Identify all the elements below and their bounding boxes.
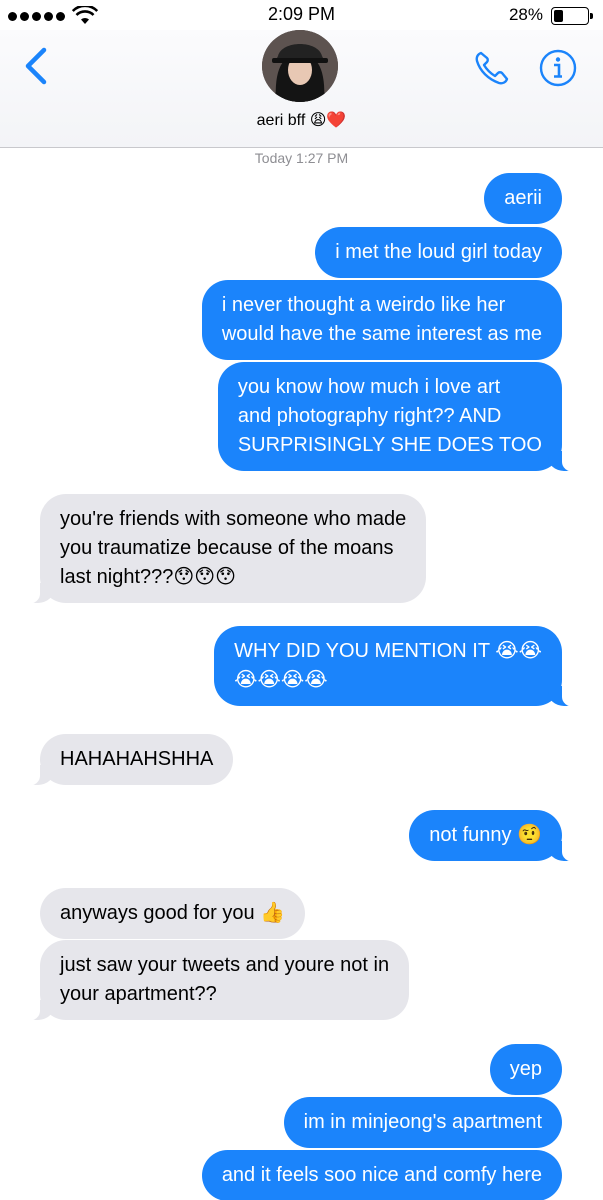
message-text: HAHAHAHSHHA: [60, 748, 214, 770]
message-text: im in minjeong's apartment: [303, 1111, 542, 1133]
battery-icon: [551, 7, 593, 25]
conversation-header: aeri bff 😩❤️: [0, 30, 603, 148]
status-bar: 2:09 PM 28%: [0, 0, 603, 30]
message-bubble-sent[interactable]: aerii: [484, 173, 562, 224]
avatar-photo: [262, 30, 338, 102]
message-bubble-received[interactable]: you're friends with someone who made you…: [21, 494, 427, 604]
message-bubble-sent[interactable]: yep: [489, 1044, 562, 1095]
message-bubble-sent[interactable]: i met the loud girl today: [315, 227, 562, 278]
contact-name[interactable]: aeri bff 😩❤️: [0, 110, 603, 130]
message-text-line: you're friends with someone who made: [60, 508, 407, 530]
message-text-line: and photography right?? AND: [237, 405, 502, 427]
message-text-line: SURPRISINGLY SHE DOES TOO: [237, 434, 542, 456]
message-text-line: WHY DID YOU MENTION IT 😭😭: [234, 640, 542, 662]
message-text: and it feels soo nice and comfy here: [221, 1164, 542, 1186]
message-text-line: your apartment??: [60, 983, 217, 1005]
message-text-line: last night???😯😯😯: [60, 566, 236, 588]
chevron-left-icon[interactable]: [20, 46, 52, 86]
message-bubble-received[interactable]: anyways good for you 👍: [40, 888, 306, 939]
message-text-line: would have the same interest as me: [221, 323, 542, 345]
message-bubble-sent[interactable]: you know how much i love art and photogr…: [217, 362, 581, 472]
phone-icon[interactable]: [472, 48, 512, 88]
message-text-line: 😭😭😭😭: [234, 669, 328, 691]
message-bubble-sent[interactable]: and it feels soo nice and comfy here: [201, 1150, 562, 1200]
conversation-timestamp: Today 1:27 PM: [254, 150, 349, 166]
message-bubble-sent[interactable]: im in minjeong's apartment: [283, 1097, 562, 1148]
battery-percentage: 28%: [508, 5, 543, 24]
message-text-line: i never thought a weirdo like her: [221, 294, 506, 316]
message-bubble-sent[interactable]: WHY DID YOU MENTION IT 😭😭 😭😭😭😭: [214, 626, 580, 707]
message-text-line: you traumatize because of the moans: [60, 537, 394, 559]
message-bubble-received[interactable]: just saw your tweets and youre not in yo…: [21, 940, 410, 1021]
info-icon[interactable]: [538, 48, 578, 88]
message-text: yep: [509, 1058, 542, 1080]
message-text-line: you know how much i love art: [237, 376, 501, 398]
message-text: anyways good for you 👍: [60, 902, 286, 924]
contact-avatar[interactable]: [262, 30, 338, 102]
message-bubble-received[interactable]: HAHAHAHSHHA: [21, 734, 234, 786]
message-text: i met the loud girl today: [335, 241, 542, 263]
message-text: aerii: [504, 187, 542, 209]
message-text: not funny 🤨: [429, 824, 542, 846]
message-bubble-sent[interactable]: not funny 🤨: [409, 810, 580, 862]
message-text-line: just saw your tweets and youre not in: [60, 954, 390, 976]
message-bubble-sent[interactable]: i never thought a weirdo like her would …: [201, 280, 562, 360]
